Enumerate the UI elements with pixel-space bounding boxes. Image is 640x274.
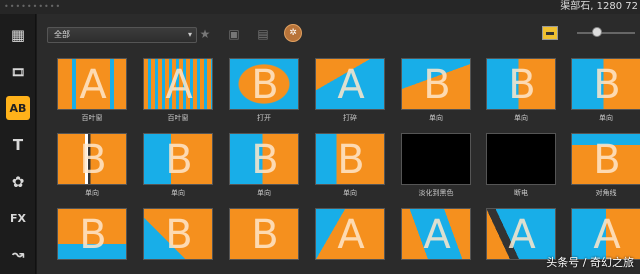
transition-label: 单向 bbox=[514, 114, 528, 122]
transition-label: 单向 bbox=[599, 114, 613, 122]
transition-label: 单向 bbox=[257, 189, 271, 197]
add-favorite-icon[interactable]: ★ bbox=[195, 25, 215, 43]
thumbnail-letter: B bbox=[251, 212, 279, 258]
transition-item[interactable]: B 对角线 bbox=[571, 133, 640, 203]
transition-thumbnail[interactable]: A bbox=[143, 58, 213, 110]
transition-icon[interactable]: AB bbox=[6, 96, 30, 120]
transition-label: 淡化到黑色 bbox=[418, 189, 454, 197]
transition-item[interactable]: 断电 bbox=[486, 133, 556, 203]
project-info: 渠部石, 1280 72 bbox=[560, 1, 638, 12]
category-dropdown[interactable]: 全部 ▾ bbox=[47, 27, 197, 43]
thumbnail-view-button[interactable] bbox=[542, 26, 558, 40]
transition-item[interactable]: A 打碎 bbox=[315, 58, 385, 128]
library-toolbar: 全部 ▾ ★ ▣ ▤ ✲ bbox=[37, 14, 640, 50]
transition-item[interactable]: B 单向 bbox=[486, 58, 556, 128]
transition-thumbnail[interactable] bbox=[486, 133, 556, 185]
transition-thumbnail[interactable]: B bbox=[57, 208, 127, 260]
thumbnail-letter: B bbox=[593, 137, 621, 183]
chevron-down-icon: ▾ bbox=[187, 30, 192, 39]
thumbnail-letter: B bbox=[251, 62, 279, 108]
transition-thumbnail[interactable]: B bbox=[229, 208, 299, 260]
transition-thumbnail[interactable]: B bbox=[315, 133, 385, 185]
transition-label: 百叶窗 bbox=[167, 114, 189, 122]
zoom-slider-handle[interactable] bbox=[592, 27, 602, 37]
library-sidebar: ▦ 🎞 AB T ✿ FX ↝ bbox=[0, 14, 36, 274]
get-more-icon[interactable]: ✲ bbox=[284, 24, 302, 42]
library-panel: 全部 ▾ ★ ▣ ▤ ✲ A 百叶窗 A 百叶窗 B 打开 A 打碎 B 单向 B 单向 B 单向 B 单向 B… bbox=[37, 14, 640, 274]
apply-audio-transition-icon[interactable]: ▣ bbox=[224, 25, 244, 43]
transition-item[interactable]: B 单向 bbox=[315, 133, 385, 203]
transition-label: 百叶窗 bbox=[81, 114, 103, 122]
thumbnail-letter: B bbox=[79, 137, 107, 183]
transition-thumbnail[interactable] bbox=[401, 133, 471, 185]
transition-thumbnail[interactable]: B bbox=[486, 58, 556, 110]
transition-label: 打开 bbox=[257, 114, 271, 122]
thumbnail-letter: A bbox=[337, 62, 365, 108]
thumbnail-letter: A bbox=[423, 212, 451, 258]
category-value: 全部 bbox=[54, 30, 70, 39]
window-titlebar: •••••••••• 渠部石, 1280 72 bbox=[0, 0, 640, 14]
transition-item[interactable]: B 单向 bbox=[57, 133, 127, 203]
transition-item[interactable]: A bbox=[401, 208, 471, 274]
thumbnail-letter: B bbox=[508, 62, 536, 108]
thumbnail-letter: B bbox=[165, 137, 193, 183]
transition-label: 单向 bbox=[171, 189, 185, 197]
transition-item[interactable]: B 单向 bbox=[143, 133, 213, 203]
thumbnail-letter: B bbox=[79, 212, 107, 258]
transition-item[interactable]: A 百叶窗 bbox=[143, 58, 213, 128]
thumbnail-letter: B bbox=[423, 62, 451, 108]
transition-thumbnail[interactable]: B bbox=[229, 133, 299, 185]
transition-thumbnail[interactable]: A bbox=[57, 58, 127, 110]
zoom-slider-track[interactable] bbox=[577, 32, 635, 34]
transition-item[interactable]: B 单向 bbox=[571, 58, 640, 128]
transition-item[interactable]: 淡化到黑色 bbox=[401, 133, 471, 203]
thumbnail-letter: A bbox=[337, 212, 365, 258]
thumbnail-letter: A bbox=[79, 62, 107, 108]
instant-project-icon[interactable]: 🎞 bbox=[6, 60, 30, 84]
transition-thumbnail[interactable]: B bbox=[401, 58, 471, 110]
transition-item[interactable]: B bbox=[143, 208, 213, 274]
thumbnail-letter: A bbox=[508, 212, 536, 258]
transition-thumbnail[interactable]: A bbox=[315, 58, 385, 110]
apply-video-transition-icon[interactable]: ▤ bbox=[253, 25, 273, 43]
transition-thumbnail[interactable]: A bbox=[571, 208, 640, 260]
transition-item[interactable]: B 打开 bbox=[229, 58, 299, 128]
path-icon[interactable]: ↝ bbox=[6, 242, 30, 266]
transition-label: 单向 bbox=[85, 189, 99, 197]
transition-item[interactable]: B 单向 bbox=[401, 58, 471, 128]
transition-item[interactable]: B 单向 bbox=[229, 133, 299, 203]
transition-thumbnail[interactable]: B bbox=[143, 208, 213, 260]
transition-label: 单向 bbox=[429, 114, 443, 122]
thumbnail-letter: B bbox=[165, 212, 193, 258]
transition-thumbnail[interactable]: A bbox=[315, 208, 385, 260]
thumbnail-letter: B bbox=[593, 62, 621, 108]
transition-label: 打碎 bbox=[343, 114, 357, 122]
transition-thumbnail[interactable]: B bbox=[57, 133, 127, 185]
graphics-icon[interactable]: ✿ bbox=[6, 170, 30, 194]
title-icon[interactable]: T bbox=[6, 133, 30, 157]
transition-label: 对角线 bbox=[595, 189, 617, 197]
transition-thumbnail[interactable]: B bbox=[229, 58, 299, 110]
media-icon[interactable]: ▦ bbox=[6, 23, 30, 47]
transition-thumbnail[interactable]: B bbox=[571, 58, 640, 110]
transition-label: 断电 bbox=[514, 189, 528, 197]
transition-item[interactable]: A bbox=[315, 208, 385, 274]
fx-icon[interactable]: FX bbox=[6, 206, 30, 230]
transition-item[interactable]: B bbox=[57, 208, 127, 274]
thumbnail-letter: B bbox=[251, 137, 279, 183]
transition-item[interactable]: B bbox=[229, 208, 299, 274]
thumbnail-letter: A bbox=[593, 212, 621, 258]
thumbnail-letter: B bbox=[337, 137, 365, 183]
transition-label: 单向 bbox=[343, 189, 357, 197]
transition-thumbnail[interactable]: A bbox=[401, 208, 471, 260]
watermark: 头条号 / 奇幻之旅 bbox=[546, 256, 634, 269]
drag-grip[interactable]: •••••••••• bbox=[4, 3, 61, 11]
thumbnail-letter: A bbox=[165, 62, 193, 108]
transition-thumbnail[interactable]: A bbox=[486, 208, 556, 260]
transition-grid: A 百叶窗 A 百叶窗 B 打开 A 打碎 B 单向 B 单向 B 单向 B 单向 B 单向 B 单向 B 单向 淡化到黑色… bbox=[37, 58, 640, 274]
transition-thumbnail[interactable]: B bbox=[143, 133, 213, 185]
transition-thumbnail[interactable]: B bbox=[571, 133, 640, 185]
transition-item[interactable]: A 百叶窗 bbox=[57, 58, 127, 128]
